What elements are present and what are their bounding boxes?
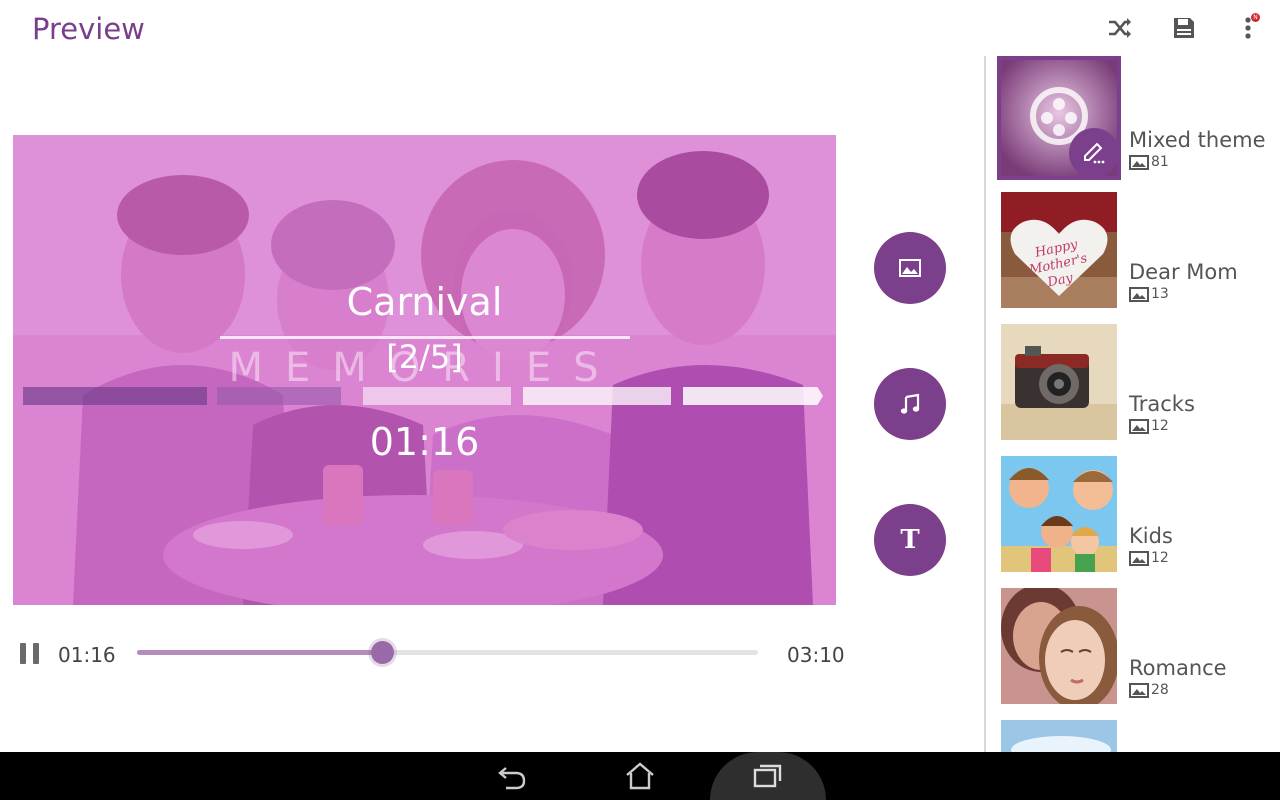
theme-thumbnail <box>1001 456 1117 572</box>
recent-apps-icon[interactable] <box>752 760 784 792</box>
theme-count-value: 13 <box>1151 286 1169 302</box>
photo-count-icon <box>1129 286 1149 302</box>
add-music-button[interactable] <box>874 368 946 440</box>
more-vert-icon[interactable]: N <box>1234 13 1262 42</box>
theme-count: 12 <box>1129 550 1169 566</box>
theme-count-value: 12 <box>1151 418 1169 434</box>
add-text-button[interactable]: T <box>874 504 946 576</box>
pause-button[interactable] <box>20 643 40 664</box>
theme-thumbnail <box>1001 720 1117 752</box>
overlay-title: Carnival <box>346 280 503 324</box>
shuffle-icon[interactable] <box>1106 14 1134 42</box>
total-time: 03:10 <box>787 643 845 667</box>
overlay-segment <box>683 387 823 405</box>
pause-icon-bar <box>33 643 39 664</box>
pencil-icon <box>1084 142 1105 164</box>
theme-count-value: 12 <box>1151 550 1169 566</box>
photo-count-icon <box>1129 550 1149 566</box>
photo-count-icon <box>1129 418 1149 434</box>
panel-divider <box>984 56 986 752</box>
current-time: 01:16 <box>58 643 116 667</box>
theme-name: Romance <box>1129 656 1227 680</box>
theme-name: Mixed theme <box>1129 128 1266 152</box>
theme-name: Kids <box>1129 524 1173 548</box>
text-icon: T <box>900 525 920 555</box>
theme-item-mixed[interactable]: Mixed theme 81 <box>997 56 1271 180</box>
video-preview[interactable]: MEMORIES Carnival [2/5] 01:16 <box>13 135 836 605</box>
page-title: Preview <box>32 12 145 46</box>
theme-count: 28 <box>1129 682 1169 698</box>
theme-item-kids[interactable]: Kids 12 <box>1001 456 1271 576</box>
theme-name: Tracks <box>1129 392 1195 416</box>
overlay-segment <box>217 387 341 405</box>
music-icon <box>900 393 920 414</box>
back-icon[interactable] <box>496 760 528 792</box>
theme-item-partial[interactable] <box>1001 720 1271 752</box>
seek-bar[interactable] <box>137 641 758 664</box>
theme-count: 13 <box>1129 286 1169 302</box>
overlay-segment <box>523 387 671 405</box>
theme-item-romance[interactable]: Romance 28 <box>1001 588 1271 708</box>
image-icon <box>899 259 921 277</box>
theme-thumbnail <box>1001 588 1117 704</box>
theme-count-value: 28 <box>1151 682 1169 698</box>
home-icon[interactable] <box>624 760 656 792</box>
theme-item-dear-mom[interactable]: Happy Mother's Day Dear Mom 13 <box>1001 192 1271 312</box>
overlay-segment <box>363 387 511 405</box>
theme-count-value: 81 <box>1151 154 1169 170</box>
edit-theme-button[interactable] <box>1069 128 1117 176</box>
theme-count: 12 <box>1129 418 1169 434</box>
theme-thumbnail <box>997 56 1121 180</box>
theme-item-tracks[interactable]: Tracks 12 <box>1001 324 1271 444</box>
photo-count-icon <box>1129 682 1149 698</box>
save-icon[interactable] <box>1170 14 1198 42</box>
theme-count: 81 <box>1129 154 1169 170</box>
photo-count-icon <box>1129 154 1149 170</box>
overlay-counter: [2/5] <box>386 338 463 376</box>
pause-icon <box>20 643 26 664</box>
overlay-segment <box>23 387 207 405</box>
add-image-button[interactable] <box>874 232 946 304</box>
theme-thumbnail: Happy Mother's Day <box>1001 192 1117 308</box>
overlay-time: 01:16 <box>369 420 480 464</box>
theme-thumbnail <box>1001 324 1117 440</box>
theme-name: Dear Mom <box>1129 260 1238 284</box>
seek-thumb[interactable] <box>371 641 395 664</box>
notification-badge: N <box>1251 13 1260 22</box>
app-root: Preview N MEMORIES Carnival [2/5] 01:16 … <box>0 0 1280 800</box>
seek-progress <box>137 650 383 655</box>
